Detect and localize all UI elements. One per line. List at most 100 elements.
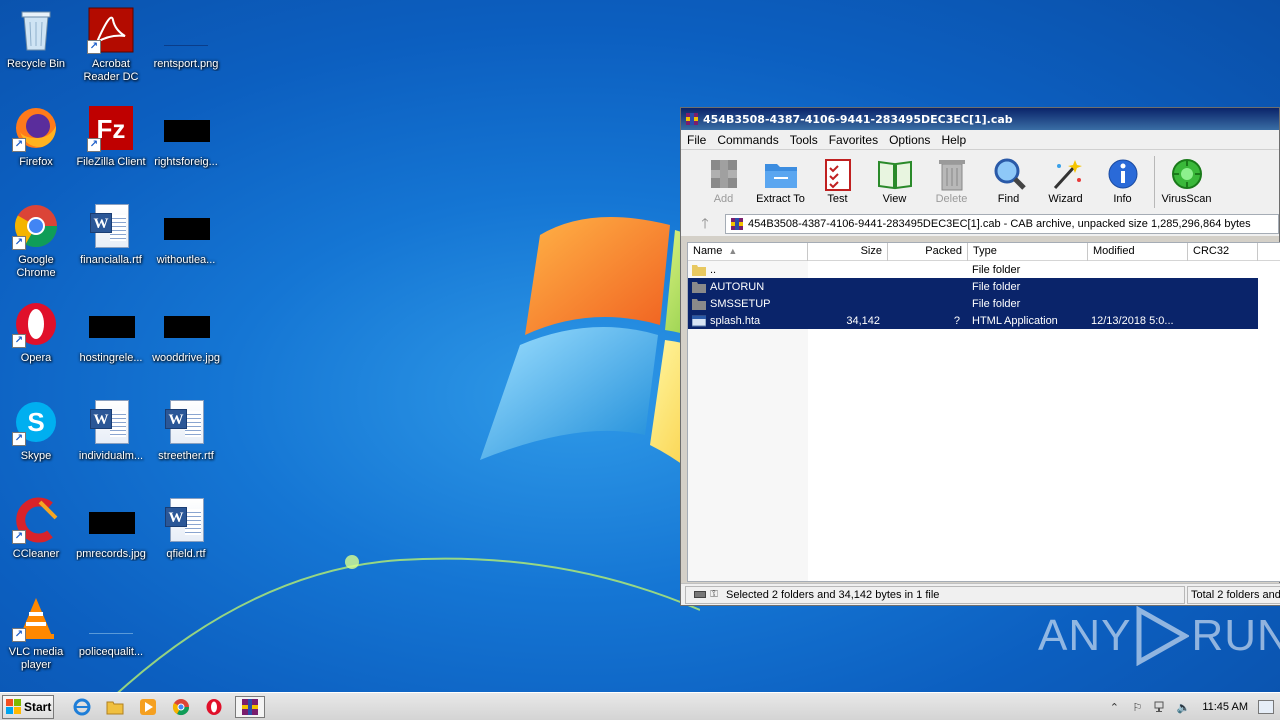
desktop-icon-label: CCleaner xyxy=(12,548,60,560)
desktop-icon-withoutlea[interactable]: withoutlea... xyxy=(148,198,224,288)
shortcut-arrow-icon: ↗ xyxy=(12,334,26,348)
desktop-icon-hostingrele[interactable]: hostingrele... xyxy=(73,296,149,386)
desktop-icon-opera[interactable]: ↗ Opera xyxy=(0,296,74,386)
magnifier-icon xyxy=(994,158,1026,190)
desktop-icon-firefox[interactable]: ↗ Firefox xyxy=(0,100,74,190)
network-icon[interactable] xyxy=(1152,699,1168,715)
desktop-icon-google-chrome[interactable]: ↗ Google Chrome xyxy=(0,198,74,288)
delete-button[interactable]: Delete xyxy=(923,156,980,205)
drive-icon[interactable] xyxy=(694,591,707,598)
menu-favorites[interactable]: Favorites xyxy=(829,133,878,147)
file-list[interactable]: Name ▲ Size Packed Type Modified CRC32 ..… xyxy=(687,242,1280,582)
view-button[interactable]: View xyxy=(866,156,923,205)
file-name: AUTORUN xyxy=(710,280,765,293)
file-row-autorun[interactable]: AUTORUN File folder xyxy=(688,278,1258,295)
file-row-smssetup[interactable]: SMSSETUP File folder xyxy=(688,295,1258,312)
image-file-icon xyxy=(87,496,135,544)
taskbar-internet-explorer[interactable] xyxy=(70,696,94,718)
file-type: HTML Application xyxy=(972,314,1058,327)
taskbar-opera[interactable] xyxy=(202,696,226,718)
winrar-archive-icon xyxy=(731,218,743,230)
desktop-icon-acrobat-reader[interactable]: ↗ Acrobat Reader DC xyxy=(73,2,149,92)
info-button[interactable]: Info xyxy=(1094,156,1151,205)
window-titlebar[interactable]: 454B3508-4387-4106-9441-283495DEC3EC[1].… xyxy=(681,108,1279,130)
file-type: File folder xyxy=(972,297,1021,310)
taskbar-media-player[interactable] xyxy=(136,696,160,718)
menu-file[interactable]: File xyxy=(687,133,706,147)
desktop-icon-ccleaner[interactable]: ↗ CCleaner xyxy=(0,492,74,582)
add-label: Add xyxy=(713,193,734,205)
shortcut-arrow-icon: ↗ xyxy=(12,236,26,250)
chrome-icon xyxy=(172,698,190,715)
anyrun-watermark: ANY RUN xyxy=(1038,606,1280,666)
file-name: SMSSETUP xyxy=(710,297,771,310)
menu-commands[interactable]: Commands xyxy=(717,133,778,147)
column-header-modified[interactable]: Modified xyxy=(1088,243,1188,261)
address-field[interactable]: 454B3508-4387-4106-9441-283495DEC3EC[1].… xyxy=(725,214,1279,234)
toolbar-separator xyxy=(1154,156,1155,208)
desktop-icon-label: Opera xyxy=(20,352,52,364)
menu-options[interactable]: Options xyxy=(889,133,930,147)
play-logo-icon xyxy=(1136,606,1190,666)
recycle-bin-icon xyxy=(12,6,60,54)
file-row-parent[interactable]: .. File folder xyxy=(688,261,1280,278)
firefox-icon: ↗ xyxy=(12,104,60,152)
desktop-icon-label: VLC media player xyxy=(8,646,64,671)
virus-scan-icon xyxy=(1171,159,1202,189)
menu-help[interactable]: Help xyxy=(941,133,966,147)
add-button[interactable]: Add xyxy=(695,156,752,205)
taskbar-clock[interactable]: 11:45 AM xyxy=(1202,701,1248,713)
show-desktop-button[interactable] xyxy=(1258,700,1274,714)
acrobat-reader-icon: ↗ xyxy=(87,6,135,54)
winrar-window[interactable]: 454B3508-4387-4106-9441-283495DEC3EC[1].… xyxy=(680,107,1280,606)
desktop-icon-individualm[interactable]: W individualm... xyxy=(73,394,149,484)
desktop-icon-qfield[interactable]: W qfield.rtf xyxy=(148,492,224,582)
column-header-name[interactable]: Name ▲ xyxy=(688,243,808,261)
shortcut-arrow-icon: ↗ xyxy=(12,432,26,446)
test-clipboard-icon xyxy=(824,159,851,191)
taskbar-explorer[interactable] xyxy=(103,696,127,718)
key-icon[interactable]: ⚿ xyxy=(710,589,718,600)
desktop-icon-financialla-rtf[interactable]: W financialla.rtf xyxy=(73,198,149,288)
shortcut-arrow-icon: ↗ xyxy=(87,40,101,54)
svg-text:S: S xyxy=(27,407,44,437)
action-center-flag-icon[interactable]: ⚐ xyxy=(1129,699,1145,715)
column-header-size[interactable]: Size xyxy=(808,243,888,261)
desktop-icon-label: Skype xyxy=(20,450,52,462)
test-button[interactable]: Test xyxy=(809,156,866,205)
desktop-icon-policequalit[interactable]: policequalit... xyxy=(73,590,149,680)
up-folder-button[interactable]: 🡑 xyxy=(685,214,725,234)
vlc-icon: ↗ xyxy=(12,594,60,642)
skype-icon: S ↗ xyxy=(12,398,60,446)
taskbar-winrar[interactable] xyxy=(235,695,265,718)
column-header-packed[interactable]: Packed xyxy=(888,243,968,261)
taskbar-chrome[interactable] xyxy=(169,696,193,718)
find-button[interactable]: Find xyxy=(980,156,1037,205)
virusscan-button[interactable]: VirusScan xyxy=(1158,156,1215,205)
desktop-icon-streether[interactable]: W streether.rtf xyxy=(148,394,224,484)
file-row-splash-hta[interactable]: splash.hta 34,142 ? HTML Application 12/… xyxy=(688,312,1258,329)
menu-tools[interactable]: Tools xyxy=(790,133,818,147)
desktop-icon-skype[interactable]: S ↗ Skype xyxy=(0,394,74,484)
desktop-icon-vlc[interactable]: ↗ VLC media player xyxy=(0,590,74,680)
word-document-icon: W xyxy=(162,496,210,544)
show-hidden-icons-chevron-icon[interactable]: ⌃ xyxy=(1106,699,1122,715)
image-file-icon xyxy=(162,202,210,250)
volume-icon[interactable]: 🔈 xyxy=(1175,699,1191,715)
wizard-button[interactable]: Wizard xyxy=(1037,156,1094,205)
find-label: Find xyxy=(997,193,1020,205)
column-header-type[interactable]: Type xyxy=(968,243,1088,261)
image-file-icon xyxy=(162,104,210,152)
extract-to-button[interactable]: Extract To xyxy=(752,156,809,205)
desktop-icon-rightsforeig[interactable]: rightsforeig... xyxy=(148,100,224,190)
sort-ascending-icon: ▲ xyxy=(728,246,738,256)
column-header-crc32[interactable]: CRC32 xyxy=(1188,243,1258,261)
start-button[interactable]: Start xyxy=(2,694,54,719)
status-total-text: Total 2 folders and 3 xyxy=(1191,588,1280,601)
desktop-icon-recycle-bin[interactable]: Recycle Bin xyxy=(0,2,74,92)
system-tray: ⌃ ⚐ 🔈 11:45 AM xyxy=(1106,693,1280,720)
desktop-icon-filezilla[interactable]: Fz ↗ FileZilla Client xyxy=(73,100,149,190)
desktop-icon-pmrecords[interactable]: pmrecords.jpg xyxy=(73,492,149,582)
desktop-icon-wooddrive[interactable]: wooddrive.jpg xyxy=(148,296,224,386)
desktop-icon-rentsport[interactable]: rentsport.png xyxy=(148,2,224,92)
